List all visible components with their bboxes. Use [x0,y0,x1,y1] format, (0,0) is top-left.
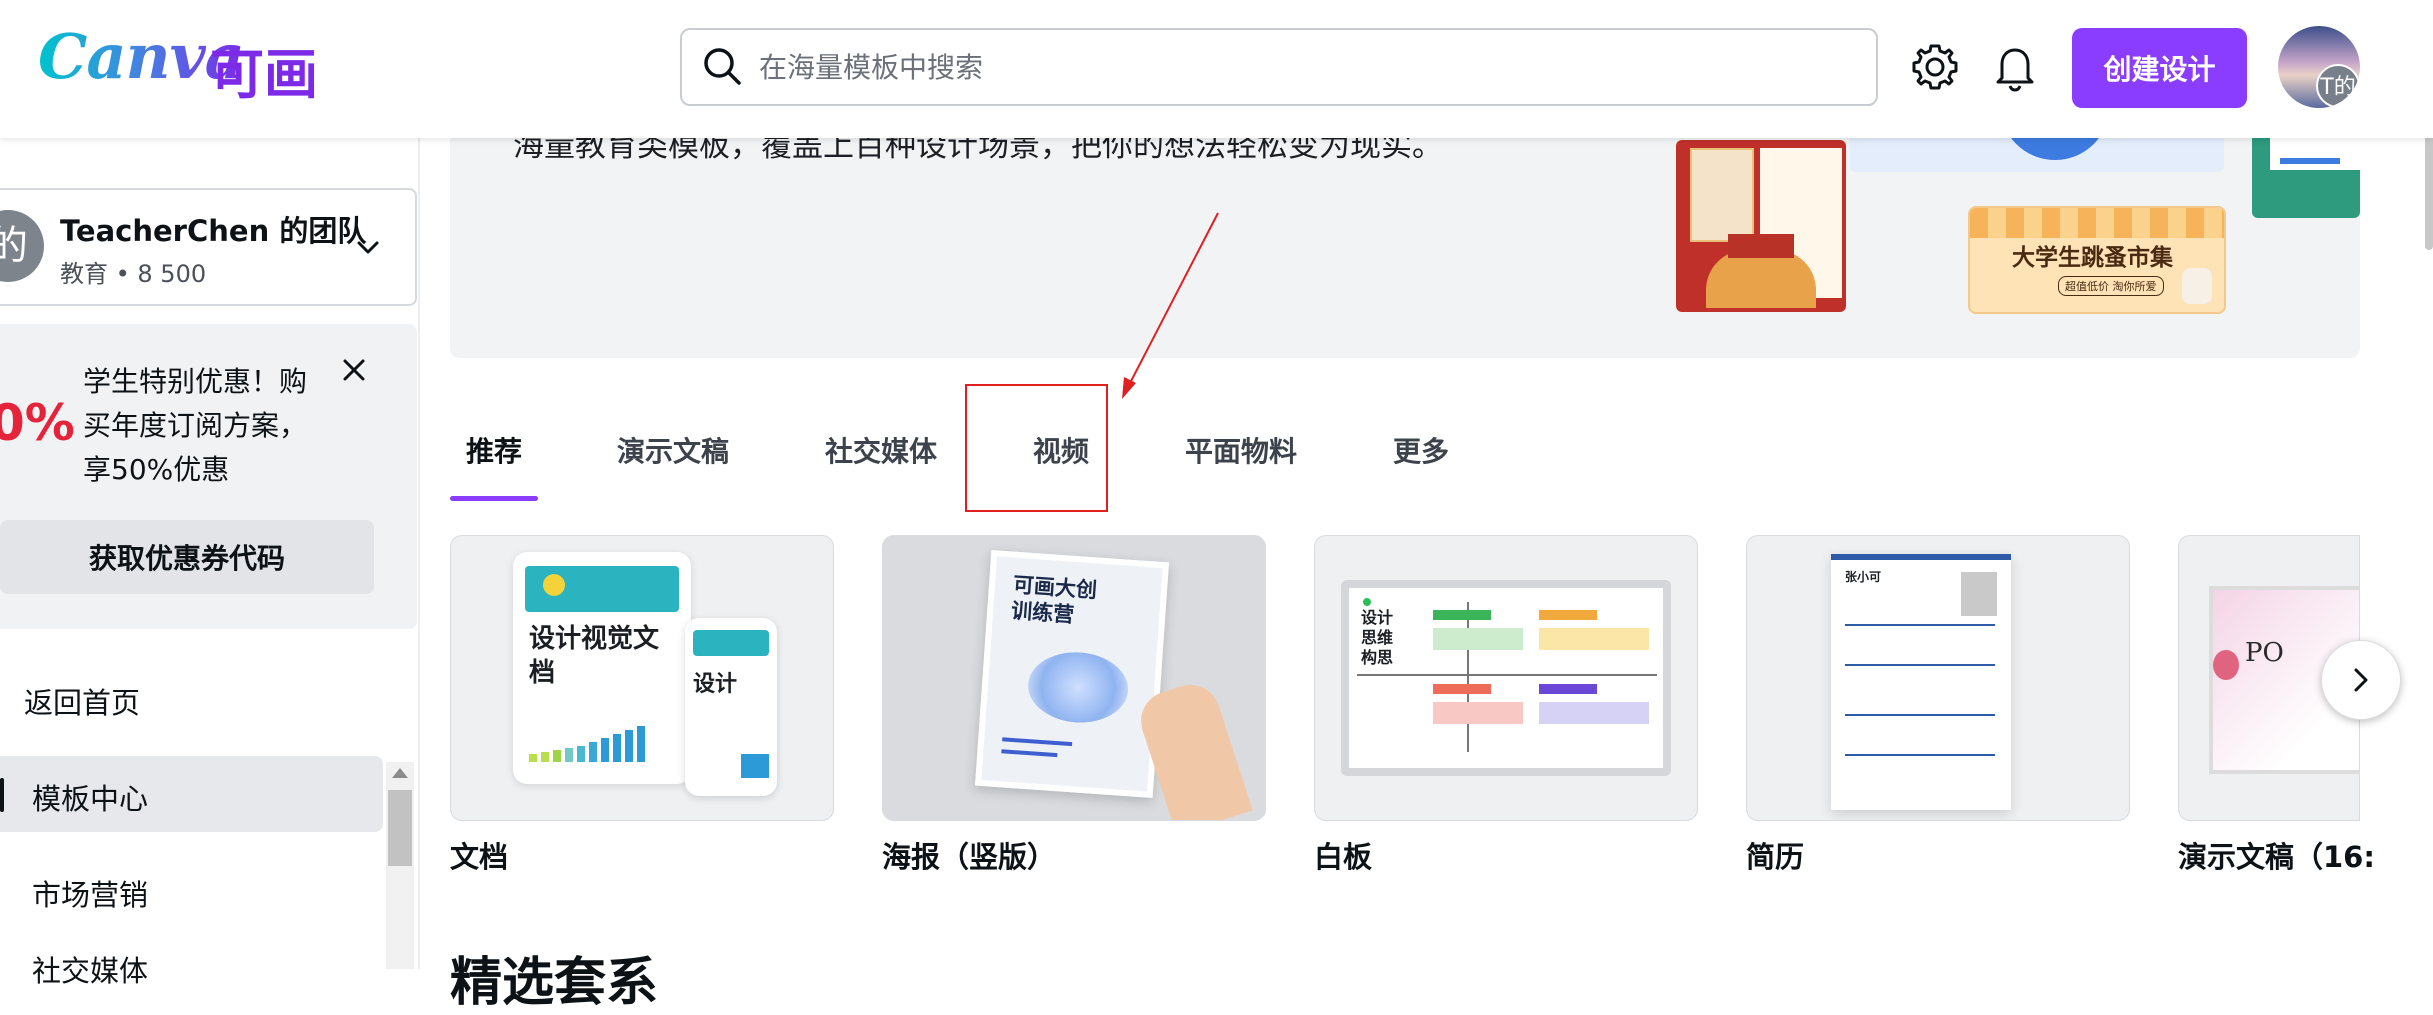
hero-banner: 海量教育类模板，覆盖上百种设计场景，把你的想法轻松变为现实。 大学生跳蚤市集 超… [450,100,2360,358]
team-meta: 教育 • 8 500 [60,260,207,288]
card-label-poster[interactable]: 海报（竖版） [882,834,1056,876]
poster-subtitle: 超值低价 淘你所爱 [2058,276,2164,296]
chevron-right-icon [2354,668,2368,692]
template-card-docs[interactable]: 设计视觉文档 设计 [450,535,834,821]
nav-label: 模板中心 [32,782,149,816]
tab-social-media[interactable]: 社交媒体 [825,430,937,470]
template-card-whiteboard[interactable]: 设计思维构思 [1314,535,1698,821]
chevron-down-icon [357,241,379,254]
hero-thumb-flea-market-poster[interactable]: 大学生跳蚤市集 超值低价 淘你所爱 [1968,206,2226,314]
annotation-highlight-box [965,384,1108,512]
card-label-docs[interactable]: 文档 [450,834,508,876]
annotation-arrow-icon [1122,212,1219,399]
search-input[interactable] [757,30,1861,106]
scroll-up-arrow-icon[interactable] [392,768,408,778]
search-box[interactable] [680,28,1878,106]
avatar-initials: T的 [2316,64,2360,108]
tab-recommended[interactable]: 推荐 [466,430,522,470]
thumb-title: 设计思维构思 [1361,608,1394,667]
search-icon [704,48,741,85]
divider [418,138,420,969]
thumb-title: 张小可 [1845,570,1882,584]
bar-chart-icon [529,726,645,762]
card-label-whiteboard[interactable]: 白板 [1314,834,1372,876]
section-title: 精选套系 [450,953,659,1013]
team-name: TeacherChen 的团队 [60,214,367,248]
nav-home[interactable]: 返回首页 [0,660,383,736]
sidebar-scrollbar[interactable] [386,762,414,969]
create-design-button[interactable]: 创建设计 [2072,28,2247,108]
nav-marketing[interactable]: 市场营销 [0,852,383,928]
team-avatar: 的 [0,210,44,282]
user-avatar[interactable]: T的 [2278,26,2360,108]
nav-label: 社交媒体 [32,954,149,988]
promo-text: 学生特别优惠！购买年度订阅方案，享50%优惠 [83,365,308,486]
hero-thumb-red-template[interactable] [1676,140,1846,312]
student-promo-card: 0% 学生特别优惠！购买年度订阅方案，享50%优惠 获取优惠券代码 [0,324,417,629]
get-coupon-button[interactable]: 获取优惠券代码 [0,520,374,594]
card-label-resume[interactable]: 简历 [1746,834,1804,876]
settings-gear-icon[interactable] [1908,40,1962,94]
canva-logo-cn[interactable]: 可画 [210,30,318,109]
top-header: Canva 可画 创建设计 T的 [0,0,2433,138]
close-icon[interactable] [336,352,372,388]
nav-label: 市场营销 [32,878,149,912]
card-label-presentation[interactable]: 演示文稿（16: [2178,834,2375,876]
template-card-resume[interactable]: 张小可 [1746,535,2130,821]
tab-presentations[interactable]: 演示文稿 [617,430,729,470]
team-switcher[interactable]: 的 TeacherChen 的团队 教育 • 8 500 [0,188,417,306]
template-card-poster[interactable]: 可画大创训练营 [882,535,1266,821]
active-tab-underline [450,496,538,501]
poster-title: 大学生跳蚤市集 [2012,245,2173,271]
tab-print-materials[interactable]: 平面物料 [1185,430,1297,470]
nav-label: 返回首页 [24,686,141,720]
thumb-title: 设计视觉文档 [529,624,660,688]
active-indicator [0,778,4,812]
promo-percent: 0% [0,394,75,452]
carousel-next-button[interactable] [2321,640,2401,720]
sidebar: 的 TeacherChen 的团队 教育 • 8 500 0% 学生特别优惠！购… [0,138,420,988]
notification-bell-icon[interactable] [1988,40,2042,94]
thumb-title: PO [2245,638,2284,668]
scroll-thumb[interactable] [388,790,412,866]
tab-more[interactable]: 更多 [1393,430,1449,470]
nav-template-center[interactable]: 模板中心 [0,756,383,832]
thumb-title: 可画大创训练营 [1010,572,1098,627]
nav-social-media[interactable]: 社交媒体 [0,928,383,1004]
